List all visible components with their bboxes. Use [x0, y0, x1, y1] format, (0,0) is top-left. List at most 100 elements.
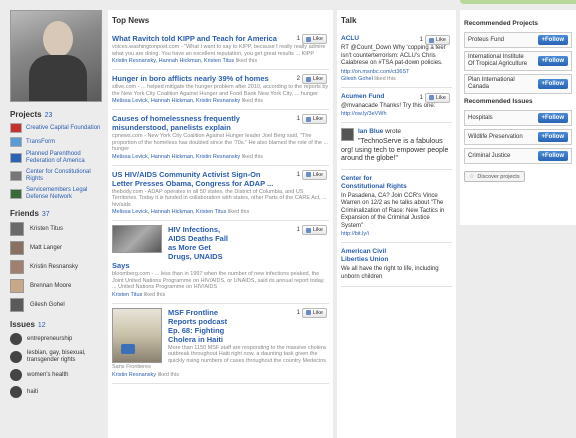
likers-names[interactable]: Kristin Resnansky, Hannah Hickman, Krist…	[112, 58, 234, 64]
recommendation-item: Hospitals +Follow	[464, 110, 572, 126]
author-name[interactable]: Ian Blue	[358, 128, 383, 135]
news-snippet: bloomberg.com - ... less than in 1997 wh…	[112, 271, 325, 290]
like-button[interactable]: Like	[301, 114, 327, 124]
issue-item[interactable]: entrepreneurship	[10, 333, 102, 345]
issues-count[interactable]: 12	[38, 322, 46, 329]
project-item[interactable]: TransForm	[10, 137, 102, 147]
talk-item: Ian Blue wrote "TechnoServe is a fabulous…	[341, 123, 452, 170]
project-item[interactable]: Creative Capital Foundation	[10, 123, 102, 133]
talk-link[interactable]: http://bit.ly/i	[341, 231, 452, 237]
issue-item[interactable]: women's health	[10, 369, 102, 381]
talk-panel: Talk ACLU RT @Count_Down Why 'copping a f…	[337, 10, 456, 438]
issue-item[interactable]: haiti	[10, 386, 102, 398]
like-count: 2	[296, 76, 300, 82]
project-name: Servicemembers Legal Defense Network	[26, 187, 88, 200]
liked-this-text: liked this	[374, 75, 396, 82]
recommendation-name[interactable]: Wildlife Preservation	[468, 134, 528, 141]
like-button[interactable]: Like	[424, 92, 450, 103]
likers-names[interactable]: Gilesh Gohel	[341, 76, 373, 82]
talk-text: In Pasadena, CA? Join CCR's Vince Warren…	[341, 192, 445, 229]
news-headline-link[interactable]: What Ravitch told KIPP and Teach for Ame…	[112, 34, 280, 43]
recommendation-name[interactable]: Hospitals	[468, 115, 528, 122]
liked-this-text: liked this	[235, 58, 258, 64]
like-control: 1 Like	[297, 169, 327, 180]
recommendation-item: Proteus Fund +Follow	[464, 32, 572, 48]
friend-avatar	[10, 241, 24, 255]
liked-this-text: liked this	[241, 153, 264, 160]
news-snippet: thebody.com - ADAP operates in all 50 st…	[112, 188, 327, 208]
friend-item[interactable]: Matt Langer	[10, 241, 102, 255]
talk-author[interactable]: American Civil Liberties Union	[341, 248, 411, 264]
likers-names[interactable]: Melissa Levick, Hannah Hickman, Kristin …	[112, 98, 240, 104]
talk-link[interactable]: http://on.msnbc.com/ct36ST	[341, 69, 452, 75]
video-thumbnail[interactable]	[112, 307, 162, 363]
talk-author[interactable]: Acumen Fund	[341, 93, 411, 101]
friends-count[interactable]: 37	[42, 211, 50, 218]
talk-title: Talk	[341, 16, 357, 25]
like-button[interactable]: Like	[301, 74, 327, 84]
project-item[interactable]: Center for Constitutional Rights	[10, 169, 102, 183]
news-item: MSF Frontline Reports podcast Ep. 68: Fi…	[112, 304, 329, 384]
project-item[interactable]: Servicemembers Legal Defense Network	[10, 187, 102, 201]
follow-button[interactable]: +Follow	[537, 35, 568, 45]
friend-name: Matt Langer	[30, 245, 63, 251]
like-control: 1 Like	[297, 34, 327, 44]
news-thumbnail[interactable]	[112, 225, 162, 253]
like-button[interactable]: Like	[301, 34, 327, 44]
like-button[interactable]: Like	[424, 35, 450, 45]
like-control: 1 Like	[297, 225, 327, 235]
project-logo-icon	[10, 153, 22, 163]
news-headline-link[interactable]: Causes of homelessness frequently misund…	[112, 114, 280, 132]
friend-item[interactable]: Kristen Titus	[10, 222, 102, 236]
issue-name: entrepreneurship	[27, 335, 73, 342]
recommendation-name[interactable]: Proteus Fund	[468, 37, 528, 44]
like-button[interactable]: Like	[301, 169, 327, 180]
follow-button[interactable]: +Follow	[537, 113, 568, 123]
projects-list: Creative Capital Foundation TransForm Plan…	[10, 123, 102, 201]
friend-item[interactable]: Brennan Moore	[10, 279, 102, 293]
talk-author[interactable]: Center for Constitutional Rights	[341, 175, 411, 191]
likers-names[interactable]: Melissa Levick, Hannah Hickman, Kristin …	[112, 154, 240, 160]
likers-names[interactable]: Kristen Titus	[112, 292, 142, 298]
project-logo-icon	[10, 137, 22, 147]
friend-item[interactable]: Kristin Resnansky	[10, 260, 102, 274]
recommendation-name[interactable]: Plan International Canada	[468, 77, 528, 91]
thumbs-up-icon	[305, 172, 311, 177]
discover-projects-button[interactable]: ☆ Discover projects	[464, 171, 525, 182]
top-news-title: Top News	[112, 16, 150, 25]
issues-list: entrepreneurship lesbian, gay, bisexual, …	[10, 333, 102, 398]
news-headline-link[interactable]: US HIV/AIDS Community Activist Sign-On L…	[112, 170, 280, 188]
like-button[interactable]: Like	[301, 307, 327, 318]
project-item[interactable]: Planned Parenthood Federation of America	[10, 151, 102, 165]
talk-item: ACLU RT @Count_Down Why 'copping a feel' …	[341, 30, 452, 88]
user-avatar[interactable]	[341, 128, 354, 141]
liked-this-text: liked this	[227, 209, 250, 215]
recommended-issues-title: Recommended Issues	[464, 98, 533, 105]
recommendation-name[interactable]: Criminal Justice	[468, 153, 528, 160]
like-control: 1 Like	[420, 92, 450, 103]
recommendation-name[interactable]: International Institute Of Tropical Agri…	[468, 54, 528, 68]
thumbs-up-icon	[305, 116, 311, 122]
friend-item[interactable]: Gilesh Gohel	[10, 298, 102, 312]
news-likers: Kristen Titus liked this	[112, 292, 329, 298]
like-button[interactable]: Like	[301, 225, 327, 235]
recommendation-item: Criminal Justice +Follow	[464, 148, 572, 164]
follow-button[interactable]: +Follow	[537, 56, 568, 66]
projects-count[interactable]: 23	[45, 112, 53, 119]
follow-button[interactable]: +Follow	[537, 151, 568, 161]
likers-names[interactable]: Melissa Levick, Hannah Hickman, Kristen …	[112, 209, 226, 215]
liked-this-text: liked this	[143, 291, 166, 298]
follow-button[interactable]: +Follow	[537, 79, 568, 89]
talk-link[interactable]: http://ow.ly/3eVWh	[341, 111, 452, 117]
likers-names[interactable]: Kristin Resnansky	[112, 372, 156, 378]
news-headline-link[interactable]: Hunger in boro afflicts nearly 39% of ho…	[112, 74, 280, 83]
issue-item[interactable]: lesbian, gay, bisexual, transgender righ…	[10, 350, 102, 364]
talk-text: "TechnoServe is a fabulous org! using te…	[341, 138, 449, 162]
talk-author[interactable]: ACLU	[341, 35, 411, 43]
news-item: Hunger in boro afflicts nearly 39% of ho…	[112, 70, 329, 110]
follow-button[interactable]: +Follow	[537, 132, 568, 142]
news-snippet: voices.washingtonpost.com - "What I want…	[112, 44, 326, 57]
profile-photo[interactable]	[10, 10, 102, 102]
friend-avatar	[10, 222, 24, 236]
like-label: Like	[312, 309, 323, 316]
